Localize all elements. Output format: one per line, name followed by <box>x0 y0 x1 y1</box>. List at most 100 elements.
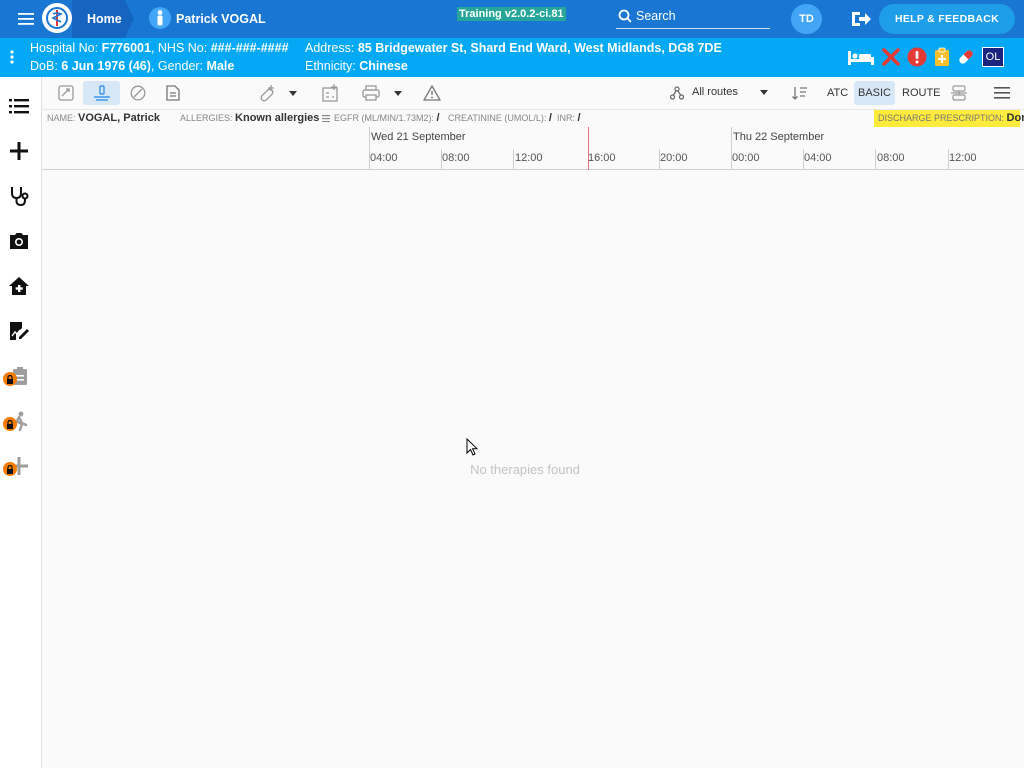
routes-label: All routes <box>692 86 738 98</box>
creatinine-label: CREATININE (UMOL/L): <box>448 113 547 123</box>
clipboard-icon[interactable] <box>931 45 953 69</box>
hospital-no-label: Hospital No: <box>30 41 99 55</box>
nhs-no: ###-###-#### <box>210 41 289 55</box>
user-avatar[interactable]: TD <box>791 4 822 34</box>
timeline-time: 12:00 <box>949 152 977 164</box>
chart-view-icon[interactable] <box>54 82 78 104</box>
allergies-value: Known allergies <box>235 112 320 124</box>
ethnicity-label: Ethnicity: <box>305 59 356 73</box>
name-info-label: NAME: <box>47 113 76 123</box>
timeline-time: 04:00 <box>370 152 398 164</box>
ol-badge-label: OL <box>985 51 1001 63</box>
hamburger-menu-icon[interactable] <box>990 82 1014 104</box>
lock-icon <box>3 462 17 476</box>
version-badge: Training v2.0.2-ci.81 <box>457 7 566 21</box>
nhs-no-label: , NHS No: <box>150 41 208 55</box>
hospital-no: F776001 <box>101 41 151 55</box>
timeline-time: 04:00 <box>804 152 832 164</box>
address-label: Address: <box>305 41 355 55</box>
chevron-down-icon[interactable] <box>286 87 300 99</box>
print-icon[interactable] <box>358 82 384 104</box>
timeline-day: Thu 22 September <box>733 131 825 143</box>
add-medication-icon[interactable] <box>255 82 279 104</box>
patient-info-bar: NAME: VOGAL, Patrick ALLERGIES: Known al… <box>42 110 1024 127</box>
therapy-list: No therapies found <box>42 170 1024 768</box>
add-icon[interactable] <box>0 134 38 168</box>
more-options-icon[interactable] <box>4 46 20 68</box>
routes-dropdown[interactable]: All routes <box>668 83 772 103</box>
chart-toolbar: All routes ATC BASIC ROUTE <box>42 77 1024 110</box>
help-feedback-label: HELP & FEEDBACK <box>894 13 1000 25</box>
dob-label: DoB: <box>30 59 58 73</box>
search-field[interactable]: Search <box>616 5 770 29</box>
allergies-info[interactable]: ALLERGIES: Known allergies <box>180 112 330 124</box>
route-tab[interactable]: ROUTE <box>902 87 941 99</box>
discharge-prescription-status[interactable]: DISCHARGE PRESCRIPTION: Done <box>874 110 1024 127</box>
chevron-down-icon <box>760 90 768 95</box>
timeline-time: 16:00 <box>588 152 616 164</box>
menu-icon[interactable] <box>14 8 38 30</box>
basic-tab[interactable]: BASIC <box>854 81 895 105</box>
patient-icon <box>149 7 171 29</box>
dob: 6 Jun 1976 (46) <box>61 59 151 73</box>
close-icon[interactable] <box>880 46 902 68</box>
edit-document-icon[interactable] <box>0 314 38 348</box>
atc-tab[interactable]: ATC <box>827 87 848 99</box>
inr-label: INR: <box>557 113 575 123</box>
name-info-value: VOGAL, Patrick <box>78 112 160 124</box>
name-info: NAME: VOGAL, Patrick <box>47 112 160 124</box>
empty-state-message: No therapies found <box>470 462 580 477</box>
egfr-info: EGFR (ML/MIN/1.73M2): / <box>334 112 440 124</box>
search-placeholder: Search <box>636 9 676 23</box>
calculator-icon[interactable] <box>318 82 342 104</box>
sort-icon[interactable] <box>788 82 812 104</box>
patient-banner: Hospital No: F776001, NHS No: ###-###-##… <box>0 38 1024 77</box>
pill-icon[interactable] <box>955 46 977 68</box>
mouse-cursor-icon <box>466 437 479 462</box>
search-icon <box>618 9 632 23</box>
egfr-label: EGFR (ML/MIN/1.73M2): <box>334 113 435 123</box>
cancel-view-icon[interactable] <box>126 82 150 104</box>
hospital-numbers: Hospital No: F776001, NHS No: ###-###-##… <box>30 41 289 55</box>
warning-icon[interactable] <box>420 82 444 104</box>
stethoscope-icon[interactable] <box>0 179 38 213</box>
inr-info: INR: / <box>557 112 581 124</box>
patient-name-link[interactable]: Patrick VOGAL <box>176 12 266 26</box>
address-value: 85 Bridgewater St, Shard End Ward, West … <box>357 41 722 55</box>
administration-view-icon[interactable] <box>83 81 120 105</box>
timeline-time: 00:00 <box>732 152 760 164</box>
basic-tab-label: BASIC <box>857 87 891 99</box>
layout-icon[interactable] <box>947 82 971 104</box>
ol-badge[interactable]: OL <box>982 47 1004 67</box>
ethnicity: Ethnicity: Chinese <box>305 59 408 73</box>
chevron-down-icon[interactable] <box>391 87 405 99</box>
gender: Male <box>206 59 235 73</box>
timeline-tick <box>875 149 876 170</box>
home-link[interactable]: Home <box>87 12 122 26</box>
bed-icon[interactable] <box>846 47 876 67</box>
top-bar: Home Patrick VOGAL Training v2.0.2-ci.81… <box>0 0 1024 38</box>
document-icon[interactable] <box>161 82 185 104</box>
routes-icon <box>670 86 684 100</box>
home-medical-icon[interactable] <box>0 269 38 303</box>
logout-icon[interactable] <box>849 8 873 30</box>
allergies-label: ALLERGIES: <box>180 113 233 123</box>
lock-icon <box>3 417 17 431</box>
lock-icon <box>3 372 17 386</box>
timeline-time: 12:00 <box>515 152 543 164</box>
address: Address: 85 Bridgewater St, Shard End Wa… <box>305 41 722 55</box>
timeline-time: 08:00 <box>877 152 905 164</box>
creatinine-value: / <box>548 112 552 124</box>
app-logo <box>42 3 72 33</box>
alert-icon[interactable] <box>906 46 928 68</box>
timeline-header: Wed 21 September Thu 22 September 04:00 … <box>42 127 1024 170</box>
sidebar <box>0 77 42 768</box>
camera-icon[interactable] <box>0 224 38 258</box>
help-feedback-button[interactable]: HELP & FEEDBACK <box>879 4 1015 34</box>
user-initials: TD <box>799 13 814 25</box>
timeline-tick <box>513 149 514 170</box>
list-icon[interactable] <box>0 89 38 123</box>
discharge-value: Done <box>1006 112 1024 124</box>
timeline-day: Wed 21 September <box>371 131 466 143</box>
ethnicity-value: Chinese <box>359 59 408 73</box>
